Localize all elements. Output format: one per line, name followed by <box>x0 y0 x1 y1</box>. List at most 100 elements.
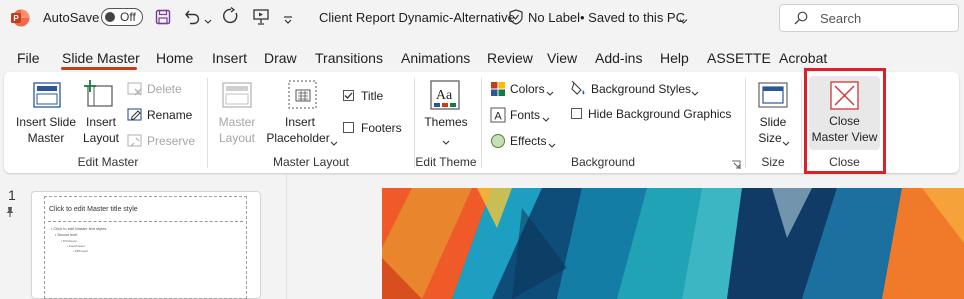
document-title[interactable]: Client Report Dynamic-Alternative <box>319 10 515 25</box>
save-icon[interactable] <box>155 9 171 25</box>
slide-master-icon <box>33 82 61 108</box>
rename-button[interactable]: Rename <box>127 106 197 124</box>
insert-placeholder-label-1: Insert <box>284 115 315 129</box>
tab-view[interactable]: View <box>547 50 577 66</box>
master-layout-label-1: Master <box>218 115 256 129</box>
colors-button[interactable]: Colors <box>490 80 556 98</box>
insert-placeholder-label-2: Placeholder <box>266 131 330 145</box>
hide-background-graphics-label: Hide Background Graphics <box>588 107 732 121</box>
delete-label: Delete <box>147 82 182 96</box>
thumbnail-level-4: • Fourth level <box>67 244 85 248</box>
colors-dropdown-icon <box>546 85 554 96</box>
insert-layout-label-1: Insert <box>85 115 116 129</box>
background-dialog-launcher-icon[interactable] <box>731 157 741 169</box>
footers-checkbox-box <box>343 122 354 133</box>
tab-draw[interactable]: Draw <box>264 50 297 66</box>
undo-dropdown-icon[interactable] <box>204 13 212 24</box>
svg-text:Aa: Aa <box>436 88 453 103</box>
background-group-label: Background <box>570 155 636 169</box>
redo-icon[interactable] <box>222 6 240 25</box>
tab-help[interactable]: Help <box>660 50 689 66</box>
themes-label: Themes <box>424 115 468 129</box>
sensitivity-label[interactable]: No Label <box>528 10 580 25</box>
placeholder-dropdown-icon <box>330 135 338 146</box>
slide-number: 1 <box>8 187 16 203</box>
insert-slide-master-button[interactable]: Insert Slide Master <box>13 78 79 148</box>
background-styles-icon <box>571 80 587 97</box>
tab-slide-master[interactable]: Slide Master <box>62 50 140 66</box>
effects-label: Effects <box>510 134 547 148</box>
title-checkbox-box <box>343 90 354 101</box>
effects-dropdown-icon <box>548 137 556 148</box>
preserve-button[interactable]: Preserve <box>127 132 197 150</box>
delete-button[interactable]: Delete <box>127 80 187 98</box>
active-tab-indicator <box>61 67 137 70</box>
pin-icon <box>5 205 15 217</box>
slide-size-icon <box>758 82 788 108</box>
hide-background-graphics-checkbox[interactable]: Hide Background Graphics <box>571 107 733 123</box>
master-layout-group-label: Master Layout <box>272 155 350 169</box>
footers-checkbox-label: Footers <box>361 121 402 135</box>
thumbnail-title-dashes <box>48 221 243 222</box>
tab-acrobat[interactable]: Acrobat <box>779 50 827 66</box>
tab-transitions[interactable]: Transitions <box>315 50 383 66</box>
fonts-label: Fonts <box>510 108 541 122</box>
search-icon <box>794 11 808 25</box>
sensitivity-shield-icon <box>509 9 523 25</box>
rename-icon <box>127 107 143 123</box>
group-separator <box>801 78 802 168</box>
svg-text:P: P <box>13 14 19 23</box>
thumbnail-level-2: • Second level <box>55 233 78 237</box>
autosave-toggle[interactable]: Off <box>101 8 143 26</box>
thumbnail-level-5: • Fifth level <box>73 249 88 253</box>
tab-home[interactable]: Home <box>156 50 193 66</box>
tab-animations[interactable]: Animations <box>401 50 470 66</box>
powerpoint-logo-icon: P <box>10 8 30 28</box>
footers-checkbox[interactable]: Footers <box>343 121 407 137</box>
master-layout-button[interactable]: Master Layout <box>216 78 258 148</box>
fonts-dropdown-icon <box>542 111 550 122</box>
present-from-start-icon[interactable] <box>252 8 270 26</box>
group-separator <box>207 78 208 168</box>
effects-button[interactable]: Effects <box>490 132 560 150</box>
fonts-button[interactable]: A Fonts <box>490 106 556 124</box>
save-status: • Saved to this PC <box>580 10 685 25</box>
master-layout-icon <box>222 82 252 108</box>
tab-file[interactable]: File <box>17 50 40 66</box>
search-box[interactable]: Search <box>779 4 959 32</box>
save-status-chevron-icon[interactable] <box>679 13 688 24</box>
autosave-label: AutoSave <box>43 10 100 25</box>
insert-placeholder-icon <box>288 80 318 110</box>
thumbnail-level-3: • Third level <box>61 239 77 243</box>
pane-divider[interactable] <box>286 175 287 299</box>
themes-button[interactable]: Aa Themes <box>421 78 471 148</box>
effects-icon <box>490 133 506 149</box>
tab-add-ins[interactable]: Add-ins <box>595 50 642 66</box>
thumbnail-placeholder-frame: Click to edit Master title style • Click… <box>44 196 247 299</box>
tab-insert[interactable]: Insert <box>212 50 247 66</box>
search-placeholder: Search <box>820 11 862 26</box>
customize-toolbar-icon[interactable] <box>283 12 293 24</box>
insert-placeholder-button[interactable]: Insert Placeholder <box>266 78 338 148</box>
edit-master-group-label: Edit Master <box>77 155 139 169</box>
rename-label: Rename <box>147 108 193 122</box>
themes-icon: Aa <box>430 80 460 110</box>
background-styles-button[interactable]: Background Styles <box>571 80 703 98</box>
slide-size-button[interactable]: Slide Size <box>752 78 794 148</box>
slide-canvas-background-image[interactable] <box>382 188 964 299</box>
themes-dropdown-icon <box>442 134 450 145</box>
autosave-state: Off <box>120 10 136 24</box>
size-group-label: Size <box>761 155 785 169</box>
insert-layout-button[interactable]: Insert Layout <box>80 78 122 148</box>
group-separator <box>745 78 746 168</box>
tab-assette[interactable]: ASSETTE <box>707 50 771 66</box>
undo-icon[interactable] <box>184 8 202 26</box>
background-styles-dropdown-icon <box>691 85 699 96</box>
preserve-pin-icon <box>127 133 143 149</box>
title-bar: P AutoSave Off Client Report Dynamic-Alt… <box>0 0 964 38</box>
group-separator <box>481 78 482 168</box>
title-checkbox[interactable]: Title <box>343 89 403 105</box>
tab-review[interactable]: Review <box>487 50 533 66</box>
delete-icon <box>127 81 143 97</box>
ribbon-tabs: File Slide Master Home Insert Draw Trans… <box>0 44 964 70</box>
